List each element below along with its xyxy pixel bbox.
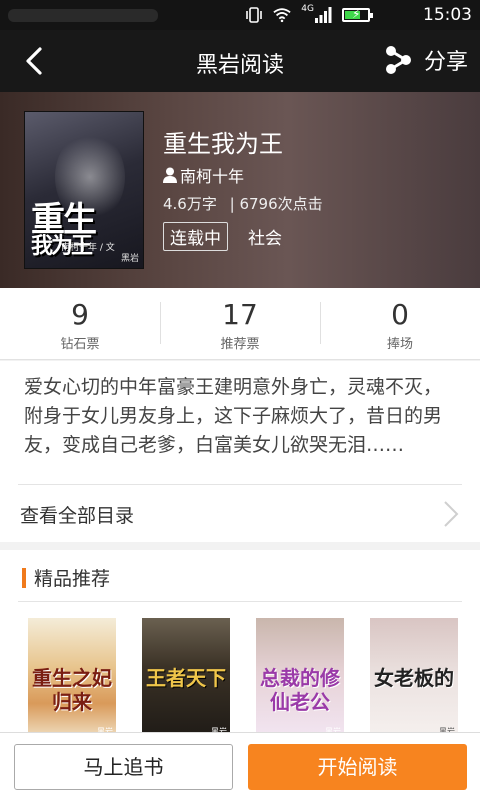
rec-cover-title: 重生之妃归来	[32, 666, 112, 714]
vibrate-icon	[246, 7, 263, 23]
status-icons: 4G ⚡	[245, 4, 373, 24]
signal-icon	[315, 7, 332, 23]
section-title: 精品推荐	[34, 568, 111, 590]
recommended-book[interactable]: 重生之妃归来 黑岩	[28, 618, 116, 740]
cover-author: 南柯十年 / 文	[61, 243, 115, 253]
rec-cover-title: 女老板的	[374, 666, 454, 690]
book-intro: 爱女心切的中年富豪王建明意外身亡，灵魂不灭，附身于女儿男友身上，这下子麻烦大了，…	[0, 361, 480, 542]
book-title: 重生我为王	[163, 130, 283, 158]
share-button[interactable]: 分享	[384, 44, 468, 76]
ticket-stats: 9 钻石票 17 推荐票 0 捧场	[0, 288, 480, 360]
ticket-value: 17	[222, 298, 258, 331]
book-stats: 4.6万字 | 6796次点击	[163, 193, 323, 214]
book-header: 重生 我为王 南柯十年 / 文 黑岩 重生我为王 南柯十年 4.6万字 | 67…	[0, 92, 480, 288]
divider	[18, 601, 462, 602]
recommendations-section: 精品推荐 重生之妃归来 黑岩 王者天下 黑岩 总裁的修仙老公 黑岩 女老板的 黑…	[0, 550, 480, 740]
category-tag[interactable]: 社会	[248, 224, 282, 249]
bottom-action-bar: 马上追书 开始阅读	[0, 732, 480, 800]
app-header: 黑岩阅读 分享	[0, 30, 480, 92]
ticket-value: 9	[71, 298, 89, 331]
rec-cover-title: 王者天下	[146, 666, 226, 690]
network-type-label: 4G	[301, 4, 314, 14]
ticket-label: 捧场	[386, 337, 413, 352]
book-author[interactable]: 南柯十年	[163, 163, 244, 187]
recommended-book[interactable]: 王者天下 黑岩	[142, 618, 230, 740]
divider	[18, 484, 462, 485]
catalog-link[interactable]: 查看全部目录	[20, 501, 134, 528]
heading-accent-bar	[22, 567, 26, 588]
rec-cover-title: 总裁的修仙老公	[260, 666, 340, 714]
ticket-label: 推荐票	[220, 337, 260, 352]
user-icon	[163, 167, 177, 183]
book-cover[interactable]: 重生 我为王 南柯十年 / 文 黑岩	[24, 111, 144, 269]
cover-publisher: 黑岩	[120, 254, 139, 264]
chevron-right-icon[interactable]	[442, 499, 460, 529]
clock: 15:03	[423, 5, 472, 25]
diamond-ticket[interactable]: 9 钻石票	[0, 288, 160, 359]
click-count: | 6796次点击	[229, 195, 323, 213]
ticket-value: 0	[391, 298, 409, 331]
section-heading: 精品推荐	[22, 564, 110, 591]
description-text[interactable]: 爱女心切的中年富豪王建明意外身亡，灵魂不灭，附身于女儿男友身上，这下子麻烦大了，…	[24, 373, 456, 460]
book-tags: 连载中 社会	[163, 222, 282, 251]
notification-placeholder	[8, 9, 158, 22]
ticket-label: 钻石票	[60, 337, 100, 352]
share-label: 分享	[423, 50, 468, 75]
wifi-icon	[273, 8, 291, 23]
support-ticket[interactable]: 0 捧场	[320, 288, 480, 359]
word-count: 4.6万字	[163, 195, 217, 213]
status-bar: 4G ⚡ 15:03	[0, 0, 480, 30]
recommend-ticket[interactable]: 17 推荐票	[160, 288, 320, 359]
recommended-book[interactable]: 女老板的 黑岩	[370, 618, 458, 740]
follow-book-button[interactable]: 马上追书	[14, 744, 233, 790]
recommended-book[interactable]: 总裁的修仙老公 黑岩	[256, 618, 344, 740]
status-badge: 连载中	[163, 222, 228, 251]
battery-charging-icon: ⚡	[342, 7, 373, 22]
author-name: 南柯十年	[180, 167, 245, 186]
start-reading-button[interactable]: 开始阅读	[248, 744, 467, 790]
share-icon	[385, 46, 411, 74]
